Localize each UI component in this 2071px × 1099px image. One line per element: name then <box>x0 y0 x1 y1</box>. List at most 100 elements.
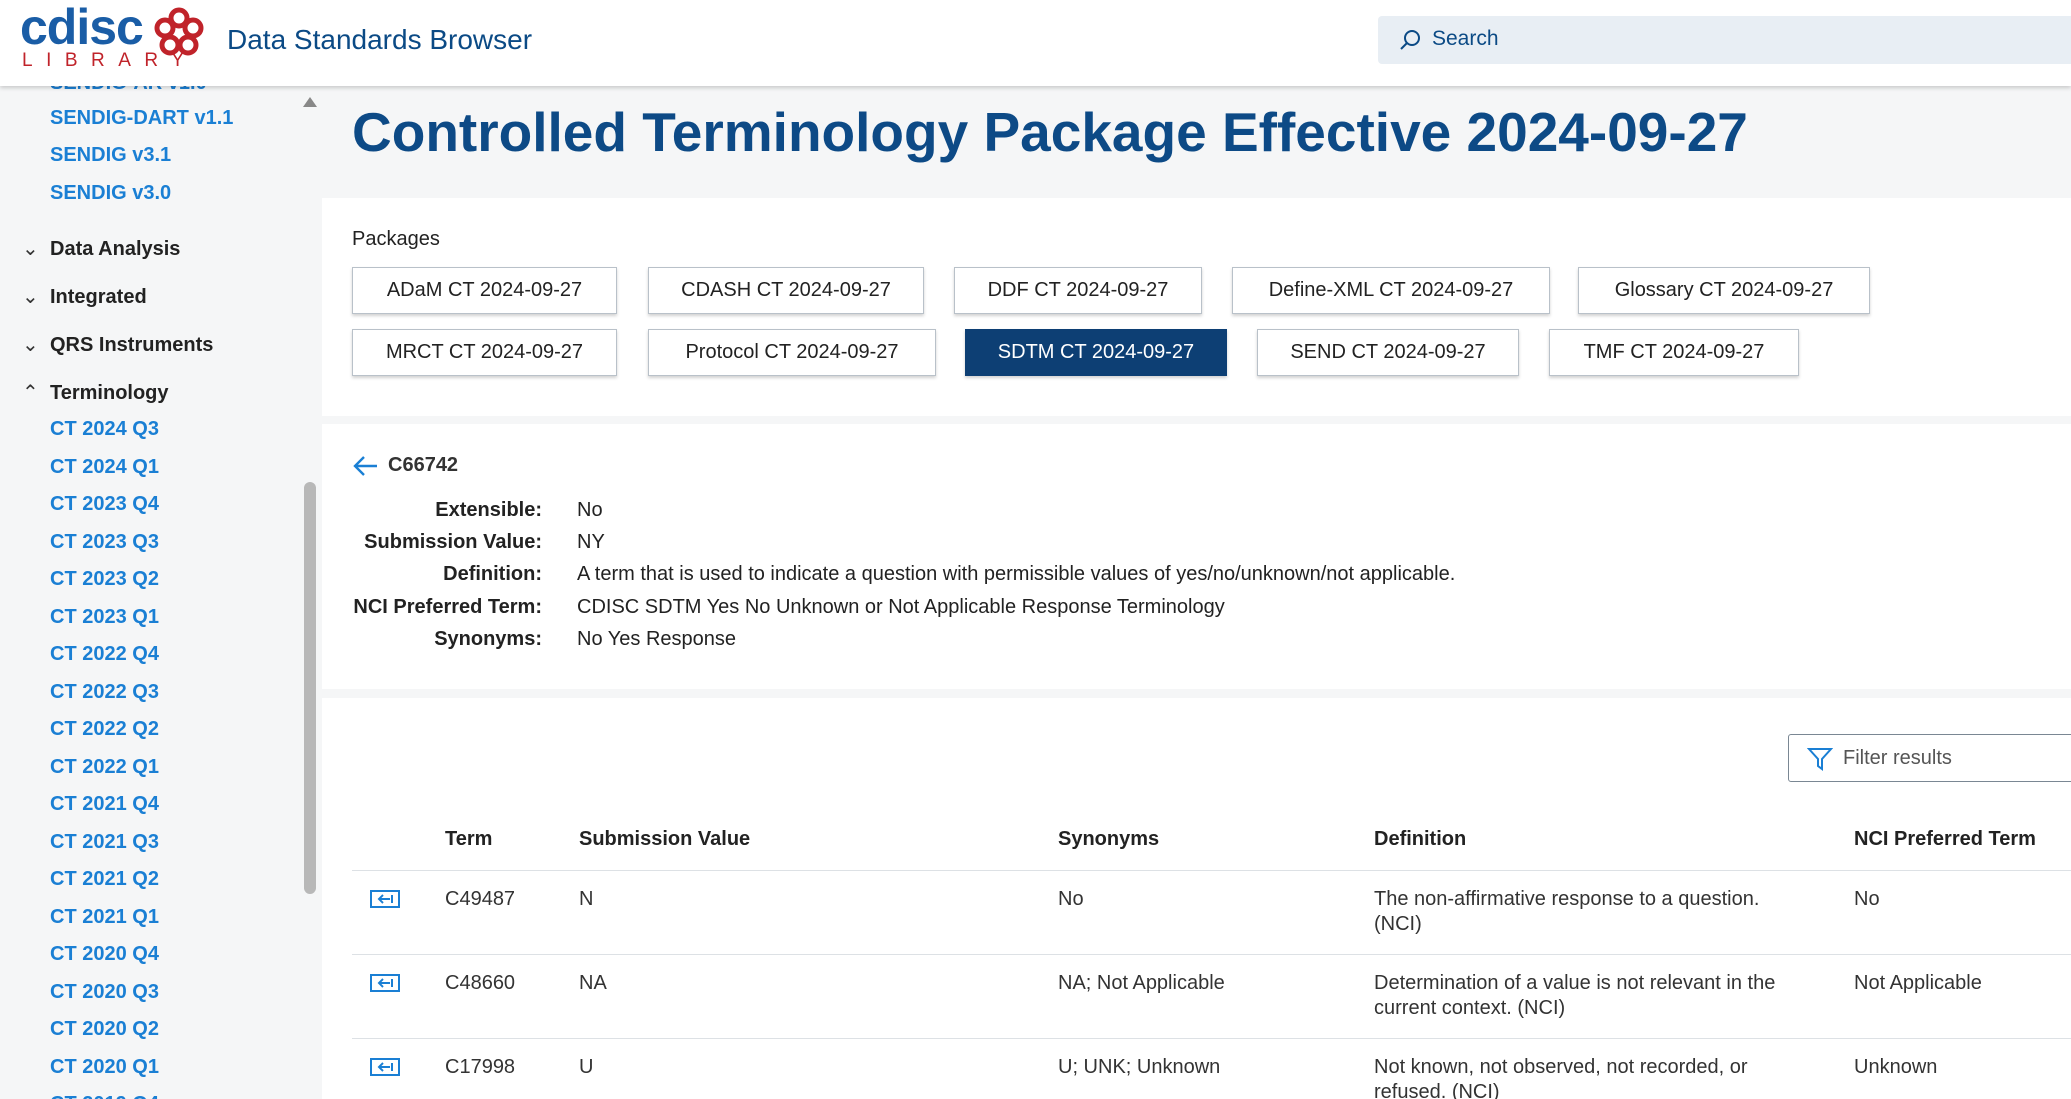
cell-submission-value: N <box>579 888 594 910</box>
codelist-code: C66742 <box>388 454 459 476</box>
chevron-up-icon: ⌃ <box>22 382 39 404</box>
field-value-nci-preferred: CDISC SDTM Yes No Unknown or Not Applica… <box>577 596 1225 618</box>
filter-placeholder: Filter results <box>1843 747 1952 769</box>
sidebar-group-qrs[interactable]: ⌄ QRS Instruments <box>22 332 213 357</box>
column-header-nci-preferred-term[interactable]: NCI Preferred Term <box>1854 828 2036 851</box>
main-content: Controlled Terminology Package Effective… <box>322 86 2071 1099</box>
sidebar-item-ct-2020-q1[interactable]: CT 2020 Q1 <box>50 1056 159 1079</box>
sidebar-group-label: Integrated <box>50 286 147 308</box>
cell-term: C49487 <box>445 888 516 910</box>
packages-panel: Packages ADaM CT 2024-09-27 CDASH CT 202… <box>322 198 2071 416</box>
package-button-ddf[interactable]: DDF CT 2024-09-27 <box>954 267 1202 314</box>
sidebar-item-ct-2019-q4[interactable]: CT 2019 Q4 <box>50 1093 159 1099</box>
cell-definition-line1: Not known, not observed, not recorded, o… <box>1374 1056 1748 1078</box>
cell-definition-line1: Determination of a value is not relevant… <box>1374 972 1776 994</box>
sidebar-item-ct-2024-q3[interactable]: CT 2024 Q3 <box>50 418 159 441</box>
cell-definition-line2: current context. (NCI) <box>1374 997 1566 1019</box>
cell-synonyms: No <box>1058 888 1084 910</box>
sidebar-nav: SENDIG-AR v1.0 SENDIG-DART v1.1 SENDIG v… <box>0 86 300 1099</box>
chevron-down-icon: ⌄ <box>22 238 39 260</box>
search-placeholder: Search <box>1432 27 1499 50</box>
cell-submission-value: U <box>579 1056 594 1078</box>
expand-row-icon[interactable] <box>370 1058 400 1076</box>
codelist-detail-panel: C66742 Extensible: No Submission Value: … <box>322 424 2071 689</box>
filter-input[interactable]: Filter results <box>1788 734 2071 782</box>
cell-term: C48660 <box>445 972 516 994</box>
column-header-synonyms[interactable]: Synonyms <box>1058 828 1159 851</box>
header-divider <box>352 870 2071 871</box>
expand-row-icon[interactable] <box>370 890 400 908</box>
package-button-adam[interactable]: ADaM CT 2024-09-27 <box>352 267 617 314</box>
package-button-mrct[interactable]: MRCT CT 2024-09-27 <box>352 329 617 376</box>
sidebar-item-ct-2021-q1[interactable]: CT 2021 Q1 <box>50 906 159 929</box>
sidebar-group-terminology[interactable]: ⌃ Terminology <box>22 380 169 405</box>
field-value-extensible: No <box>577 499 603 521</box>
field-value-synonyms: No Yes Response <box>577 628 737 650</box>
field-key-submission-value: Submission Value: <box>364 531 542 553</box>
logo-wordmark: cdisc <box>20 0 144 55</box>
sidebar-item-ct-2022-q1[interactable]: CT 2022 Q1 <box>50 756 159 779</box>
sidebar-item-ct-2022-q4[interactable]: CT 2022 Q4 <box>50 643 159 666</box>
sidebar-group-label: QRS Instruments <box>50 334 214 356</box>
chevron-down-icon: ⌄ <box>22 286 39 308</box>
sidebar-item-ct-2020-q4[interactable]: CT 2020 Q4 <box>50 943 159 966</box>
sidebar-item-ct-2022-q3[interactable]: CT 2022 Q3 <box>50 681 159 704</box>
column-header-submission-value[interactable]: Submission Value <box>579 828 750 851</box>
search-input[interactable]: Search <box>1378 16 2071 64</box>
back-arrow-icon <box>353 455 377 476</box>
sidebar-item-ct-2023-q4[interactable]: CT 2023 Q4 <box>50 493 159 516</box>
package-button-tmf[interactable]: TMF CT 2024-09-27 <box>1549 329 1799 376</box>
column-header-definition[interactable]: Definition <box>1374 828 1466 851</box>
back-link[interactable]: C66742 <box>352 454 458 477</box>
package-button-cdash[interactable]: CDASH CT 2024-09-27 <box>648 267 924 314</box>
sidebar-item-ct-2022-q2[interactable]: CT 2022 Q2 <box>50 718 159 741</box>
expand-row-icon[interactable] <box>370 974 400 992</box>
cell-submission-value: NA <box>579 972 607 994</box>
sidebar-group-label: Data Analysis <box>50 238 181 260</box>
sidebar-item-sendig-dart[interactable]: SENDIG-DART v1.1 <box>50 107 233 130</box>
cell-nci-preferred: Not Applicable <box>1854 972 1982 994</box>
row-divider <box>352 1038 2071 1039</box>
cell-nci-preferred: No <box>1854 888 1880 910</box>
sidebar-item-ct-2023-q1[interactable]: CT 2023 Q1 <box>50 606 159 629</box>
field-value-submission-value: NY <box>577 531 605 553</box>
cell-definition-line1: The non-affirmative response to a questi… <box>1374 888 1760 910</box>
package-button-protocol[interactable]: Protocol CT 2024-09-27 <box>648 329 936 376</box>
sidebar-item-sendig-v31[interactable]: SENDIG v3.1 <box>50 144 171 167</box>
cell-term: C17998 <box>445 1056 516 1078</box>
field-key-definition: Definition: <box>443 563 542 585</box>
cell-synonyms: NA; Not Applicable <box>1058 972 1225 994</box>
package-button-glossary[interactable]: Glossary CT 2024-09-27 <box>1578 267 1870 314</box>
sidebar-item-ct-2023-q3[interactable]: CT 2023 Q3 <box>50 531 159 554</box>
sidebar-group-label: Terminology <box>50 382 169 404</box>
cdisc-library-logo[interactable]: cdisc LIBRARY <box>20 0 205 72</box>
sidebar-item-ct-2020-q2[interactable]: CT 2020 Q2 <box>50 1018 159 1041</box>
packages-label: Packages <box>352 228 440 250</box>
row-divider <box>352 954 2071 955</box>
search-icon <box>1400 30 1420 50</box>
package-button-sdtm[interactable]: SDTM CT 2024-09-27 <box>965 329 1227 376</box>
app-title[interactable]: Data Standards Browser <box>227 24 532 56</box>
package-button-define-xml[interactable]: Define-XML CT 2024-09-27 <box>1232 267 1550 314</box>
sidebar-item-ct-2024-q1[interactable]: CT 2024 Q1 <box>50 456 159 479</box>
sidebar-scroll-thumb[interactable] <box>304 482 316 894</box>
sidebar-item-ct-2021-q2[interactable]: CT 2021 Q2 <box>50 868 159 891</box>
sidebar-group-integrated[interactable]: ⌄ Integrated <box>22 284 147 309</box>
column-header-term[interactable]: Term <box>445 828 492 851</box>
sidebar-item-ct-2021-q3[interactable]: CT 2021 Q3 <box>50 831 159 854</box>
scroll-up-arrow-icon[interactable] <box>303 97 317 107</box>
cell-definition-line2: refused. (NCI) <box>1374 1081 1500 1099</box>
sidebar-item-ct-2020-q3[interactable]: CT 2020 Q3 <box>50 981 159 1004</box>
sidebar-item-sendig-ar[interactable]: SENDIG-AR v1.0 <box>50 86 207 95</box>
sidebar-item-sendig-v30[interactable]: SENDIG v3.0 <box>50 182 171 205</box>
sidebar-item-ct-2021-q4[interactable]: CT 2021 Q4 <box>50 793 159 816</box>
cell-definition-line2: (NCI) <box>1374 913 1422 935</box>
field-key-extensible: Extensible: <box>435 499 542 521</box>
package-button-send[interactable]: SEND CT 2024-09-27 <box>1257 329 1519 376</box>
cell-nci-preferred: Unknown <box>1854 1056 1938 1078</box>
chevron-down-icon: ⌄ <box>22 334 39 356</box>
field-key-synonyms: Synonyms: <box>434 628 542 650</box>
sidebar-group-data-analysis[interactable]: ⌄ Data Analysis <box>22 236 180 261</box>
cell-synonyms: U; UNK; Unknown <box>1058 1056 1221 1078</box>
sidebar-item-ct-2023-q2[interactable]: CT 2023 Q2 <box>50 568 159 591</box>
